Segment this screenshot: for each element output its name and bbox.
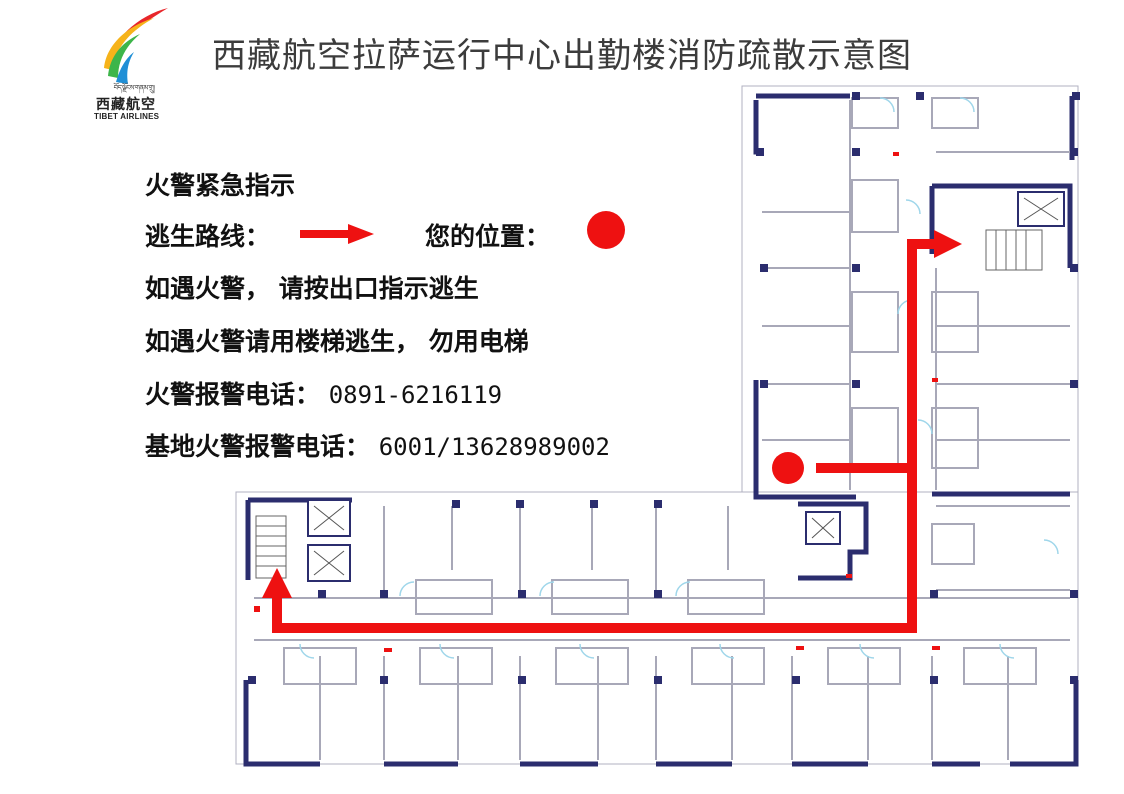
route-legend-label: 逃生路线： <box>145 222 271 251</box>
position-dot-icon <box>587 211 625 249</box>
base-phone-number: 6001/13628989002 <box>378 433 610 461</box>
instruction-exit: 如遇火警， 请按出口指示逃生 <box>145 274 479 303</box>
base-phone-line: 基地火警报警电话： 6001/13628989002 <box>145 427 610 463</box>
fire-phone-line: 火警报警电话： 0891-6216119 <box>145 375 502 411</box>
fire-phone-label: 火警报警电话： <box>145 380 321 409</box>
route-arrowhead-up <box>262 568 292 598</box>
base-phone-label: 基地火警报警电话： <box>145 432 371 461</box>
position-legend-label: 您的位置： <box>425 222 551 251</box>
instruction-heading: 火警紧急指示 <box>145 171 296 200</box>
you-are-here-marker <box>772 452 804 484</box>
fire-phone-number: 0891-6216119 <box>328 381 503 409</box>
route-arrowhead-right <box>934 230 962 258</box>
instruction-stairs: 如遇火警请用楼梯逃生， 勿用电梯 <box>145 327 529 356</box>
route-arrow-icon <box>300 224 374 244</box>
